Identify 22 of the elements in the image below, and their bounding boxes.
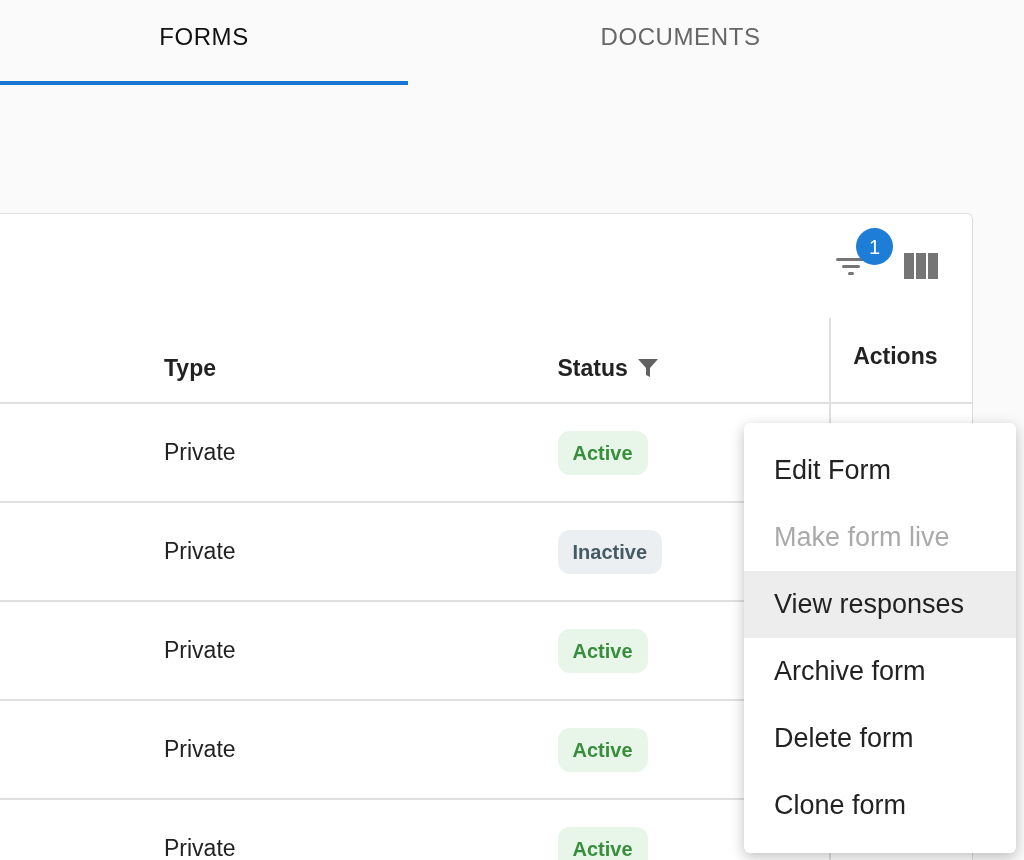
status-chip: Active [557,430,648,475]
filter-icon[interactable] [635,356,660,380]
table-cell-text: Private [164,438,237,468]
tab[interactable]: FORMS [0,0,408,85]
menu-item[interactable]: Clone form [744,772,1016,839]
status-chip: Active [557,628,648,673]
columns-icon[interactable] [904,253,938,279]
status-chip: Inactive [557,529,662,574]
count-badge: 1 [856,228,893,265]
table-cell-text: Private [164,735,237,765]
status-chip: Active [557,826,648,860]
column-header[interactable]: Actions [853,338,938,374]
menu-item[interactable]: Edit Form [744,437,1016,504]
menu-item[interactable]: View responses [744,571,1016,638]
table-cell-text: Private [164,834,237,860]
column-header[interactable]: Status [557,350,628,386]
table-cell-text: Private [164,537,237,567]
menu-item[interactable]: Delete form [744,705,1016,772]
status-chip: Active [557,727,648,772]
table-cell-text: Private [164,636,237,666]
column-header[interactable]: Type [164,350,216,386]
menu-item[interactable]: Archive form [744,638,1016,705]
